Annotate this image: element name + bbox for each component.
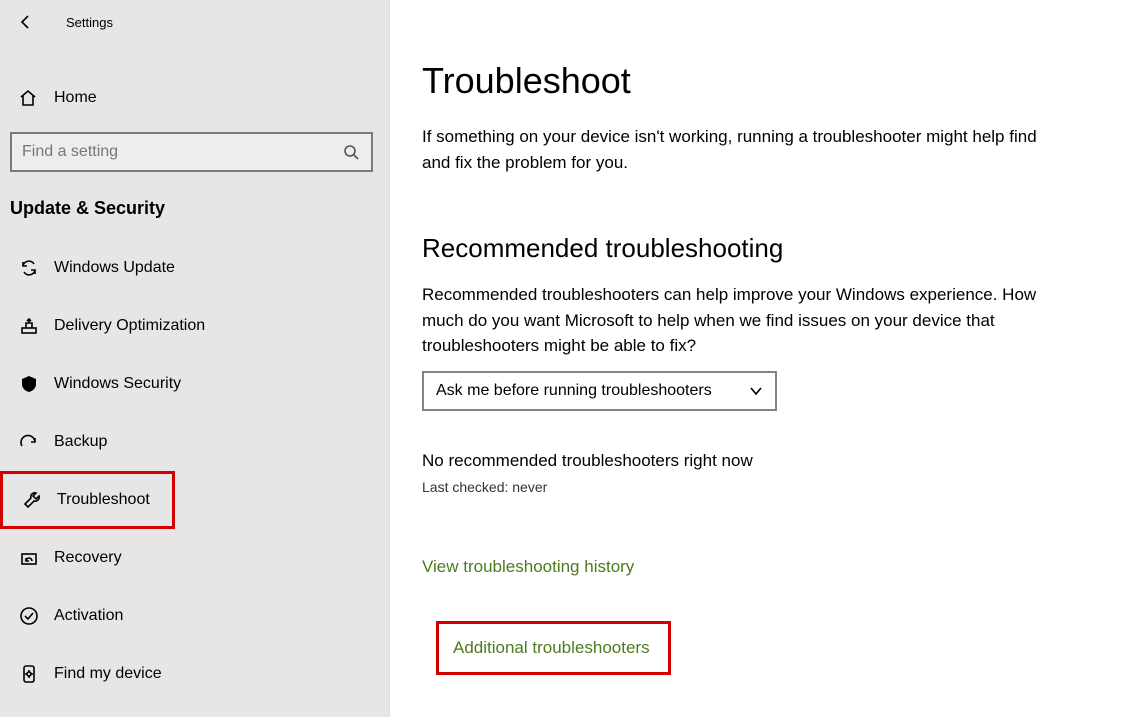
home-icon — [18, 88, 40, 108]
shield-icon — [18, 374, 40, 394]
sidebar: Settings Home Update & Security — [0, 0, 390, 717]
title-bar: Settings — [0, 4, 389, 40]
section-desc: Recommended troubleshooters can help imp… — [422, 282, 1062, 359]
arrow-left-icon — [18, 14, 34, 30]
sidebar-item-backup[interactable]: Backup — [0, 413, 389, 471]
recovery-icon — [18, 548, 40, 568]
sidebar-item-label: Recovery — [54, 549, 122, 567]
main-pane: Troubleshoot If something on your device… — [390, 0, 1133, 717]
sidebar-item-label: Backup — [54, 433, 107, 451]
section-title: Recommended troubleshooting — [422, 233, 1093, 264]
backup-icon — [18, 432, 40, 452]
search-box[interactable] — [10, 132, 373, 172]
home-label: Home — [54, 89, 97, 107]
delivery-icon — [18, 316, 40, 336]
sidebar-item-label: Windows Security — [54, 375, 181, 393]
view-history-link[interactable]: View troubleshooting history — [422, 557, 634, 577]
sidebar-item-label: Delivery Optimization — [54, 317, 205, 335]
app-title: Settings — [66, 15, 113, 30]
additional-troubleshooters-link[interactable]: Additional troubleshooters — [453, 638, 650, 658]
sync-icon — [18, 258, 40, 278]
location-icon — [18, 664, 40, 684]
sidebar-item-troubleshoot[interactable]: Troubleshoot — [0, 471, 175, 529]
additional-troubleshooters-highlight: Additional troubleshooters — [436, 621, 671, 675]
sidebar-item-windows-security[interactable]: Windows Security — [0, 355, 389, 413]
status-subtext: Last checked: never — [422, 479, 1093, 495]
search-icon — [343, 144, 361, 160]
troubleshoot-preference-dropdown[interactable]: Ask me before running troubleshooters — [422, 371, 777, 411]
category-label: Update & Security — [10, 198, 389, 219]
sidebar-item-label: Activation — [54, 607, 123, 625]
page-intro: If something on your device isn't workin… — [422, 124, 1062, 175]
status-text: No recommended troubleshooters right now — [422, 451, 1093, 471]
page-title: Troubleshoot — [422, 60, 1093, 102]
dropdown-value: Ask me before running troubleshooters — [436, 382, 712, 400]
back-button[interactable] — [10, 6, 42, 38]
sidebar-item-label: Windows Update — [54, 259, 175, 277]
sidebar-item-label: Troubleshoot — [57, 491, 150, 509]
search-input[interactable] — [22, 143, 343, 161]
check-circle-icon — [18, 606, 40, 626]
wrench-icon — [21, 490, 43, 510]
sidebar-item-label: Find my device — [54, 665, 162, 683]
sidebar-item-delivery-optimization[interactable]: Delivery Optimization — [0, 297, 389, 355]
home-nav[interactable]: Home — [0, 74, 389, 122]
chevron-down-icon — [749, 384, 763, 398]
sidebar-nav: Windows Update Delivery Optimization Win… — [0, 239, 389, 703]
sidebar-item-activation[interactable]: Activation — [0, 587, 389, 645]
sidebar-item-recovery[interactable]: Recovery — [0, 529, 389, 587]
sidebar-item-find-my-device[interactable]: Find my device — [0, 645, 389, 703]
sidebar-item-windows-update[interactable]: Windows Update — [0, 239, 389, 297]
